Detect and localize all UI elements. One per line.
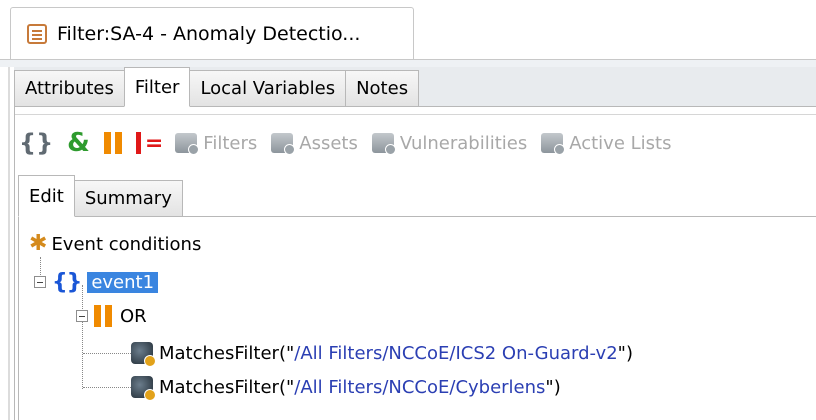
sub-tab-bar: Edit Summary (18, 175, 816, 217)
tab-local-variables[interactable]: Local Variables (189, 70, 347, 106)
tree-connector (83, 387, 131, 388)
main-tab-bar: Attributes Filter Local Variables Notes (14, 67, 816, 107)
collapse-toggle[interactable] (76, 310, 88, 322)
add-braces-button[interactable]: {} (19, 129, 53, 157)
active-lists-icon (541, 133, 566, 155)
tab-notes[interactable]: Notes (345, 70, 420, 106)
vulnerabilities-icon (371, 133, 396, 155)
or-bars-icon (103, 132, 122, 154)
not-button[interactable]: = (135, 131, 163, 156)
matches-filter-func: MatchesFilter(" (159, 376, 295, 398)
filter-condition-icon (131, 342, 156, 367)
matches-filter-close: ") (545, 376, 561, 398)
filter-condition-icon (131, 376, 156, 401)
condition-toolbar: {} & = Filters Assets Vulnerabilities Ac… (15, 121, 816, 165)
or-button[interactable] (103, 132, 122, 154)
tree-node-event1[interactable]: {} event1 (34, 268, 159, 296)
collapse-toggle[interactable] (34, 276, 46, 288)
editor-tab[interactable]: Filter:SA-4 - Anomaly Detectio... (10, 7, 414, 59)
matches-filter-close: ") (617, 342, 633, 364)
matches-filter-func: MatchesFilter(" (159, 342, 295, 364)
filter-icon (27, 23, 47, 44)
filters-button[interactable]: Filters (175, 132, 258, 155)
event-conditions-label: Event conditions (51, 233, 202, 255)
vulnerabilities-label: Vulnerabilities (399, 132, 528, 154)
matches-filter-path: /All Filters/NCCoE/Cyberlens (294, 376, 546, 398)
and-icon: & (67, 128, 90, 158)
vulnerabilities-button[interactable]: Vulnerabilities (371, 132, 528, 155)
tree-node-matches-filter[interactable]: MatchesFilter("/All Filters/NCCoE/ICS2 O… (131, 339, 633, 367)
condition-tree: ✱ Event conditions {} event1 OR MatchesF… (18, 217, 816, 420)
or-bars-icon (94, 305, 112, 327)
and-button[interactable]: & (67, 128, 90, 158)
event1-label: event1 (87, 271, 159, 293)
left-border (8, 67, 10, 420)
assets-label: Assets (299, 132, 358, 154)
filters-icon (175, 133, 200, 155)
tab-filter[interactable]: Filter (123, 67, 191, 107)
tree-connector (83, 353, 131, 354)
tree-node-or[interactable]: OR (76, 302, 147, 330)
not-equal-icon: = (135, 131, 163, 156)
assets-button[interactable]: Assets (271, 132, 358, 155)
tree-connector (82, 285, 83, 389)
toolbar-top-divider (15, 114, 816, 115)
tree-node-event-conditions[interactable]: ✱ Event conditions (29, 230, 201, 258)
tab-summary[interactable]: Summary (73, 180, 183, 216)
tab-attributes[interactable]: Attributes (14, 70, 125, 106)
matches-filter-path: /All Filters/NCCoE/ICS2 On-Guard-v2 (294, 342, 618, 364)
assets-icon (271, 133, 296, 155)
or-label: OR (120, 305, 147, 327)
braces-icon: {} (19, 129, 54, 157)
braces-icon: {} (52, 269, 82, 295)
tab-edit[interactable]: Edit (18, 175, 75, 217)
gear-icon: ✱ (29, 231, 48, 256)
tab-strip-divider (0, 59, 816, 67)
active-lists-button[interactable]: Active Lists (541, 132, 672, 155)
editor-tab-title: Filter:SA-4 - Anomaly Detectio... (57, 22, 361, 45)
filters-label: Filters (203, 132, 258, 154)
tree-node-matches-filter[interactable]: MatchesFilter("/All Filters/NCCoE/Cyberl… (131, 373, 561, 401)
active-lists-label: Active Lists (569, 132, 672, 154)
filter-editor-window: Filter:SA-4 - Anomaly Detectio... Attrib… (0, 0, 816, 420)
